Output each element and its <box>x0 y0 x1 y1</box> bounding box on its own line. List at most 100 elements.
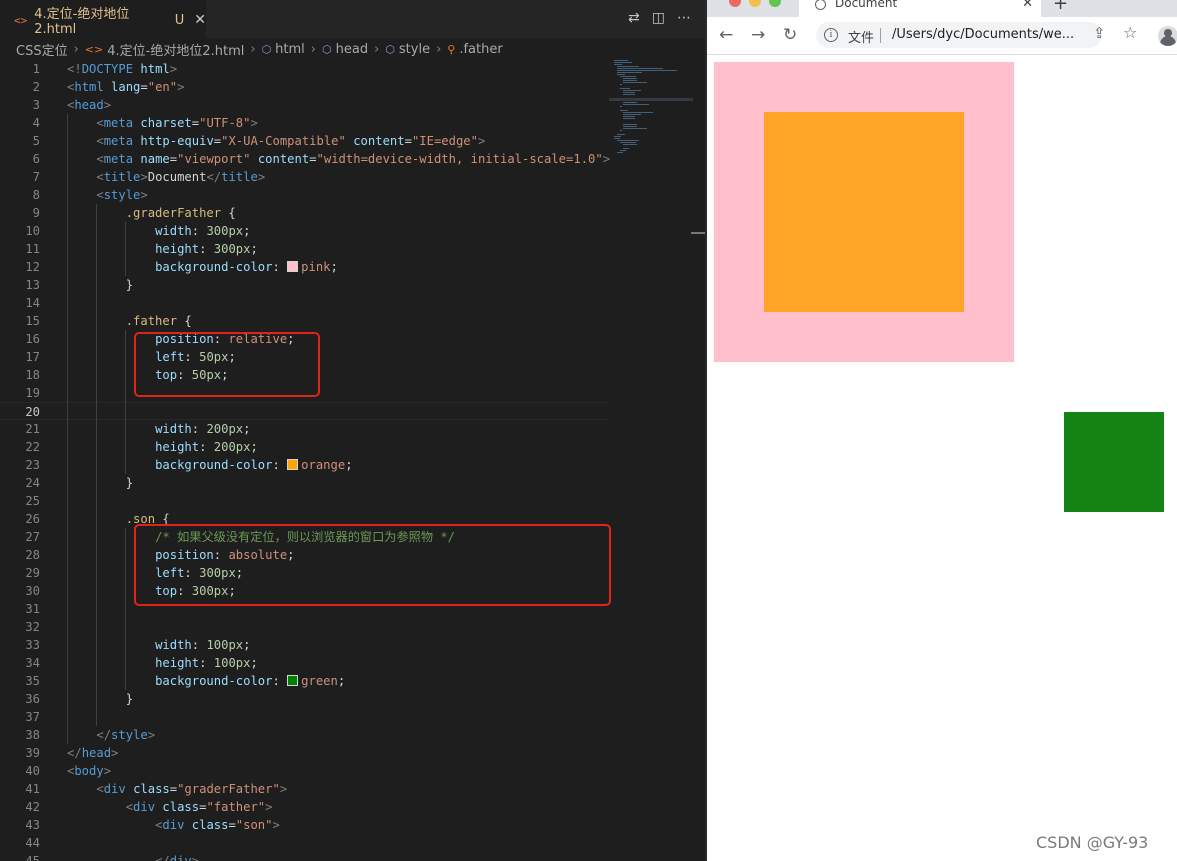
code-text: .graderFather { <box>125 206 236 220</box>
code-line[interactable]: 8 <style> <box>0 186 608 204</box>
untracked-badge: U <box>174 12 185 28</box>
line-number: 7 <box>32 170 40 184</box>
code-line[interactable]: 9 .graderFather { <box>0 204 608 222</box>
more-actions-icon[interactable]: ⋯ <box>677 10 691 26</box>
url-scheme-label: 文件 <box>848 31 875 46</box>
code-line[interactable]: 43 <div class="son"> <box>0 816 608 834</box>
chevron-right-icon: › <box>310 41 316 57</box>
breadcrumb-file[interactable]: 4.定位-绝对地位2.html <box>107 40 244 59</box>
code-line[interactable]: 37 <box>0 708 608 726</box>
line-number: 6 <box>32 152 40 166</box>
scrollbar[interactable] <box>691 232 705 234</box>
indent-guide <box>96 204 97 726</box>
code-area[interactable]: 1 <!DOCTYPE html> 2 <html lang="en"> 3 <head>… <box>0 60 610 861</box>
code-line[interactable]: 42 <div class="father"> <box>0 798 608 816</box>
new-tab-button[interactable]: + <box>1053 0 1068 14</box>
code-line[interactable]: 41 <div class="graderFather"> <box>0 780 608 798</box>
code-line[interactable]: 36 } <box>0 690 608 708</box>
code-line[interactable]: 38 </style> <box>0 726 608 744</box>
code-line[interactable]: 3 <head> <box>0 96 608 114</box>
line-number: 2 <box>32 80 40 94</box>
code-line[interactable]: 35 background-color: green; <box>0 672 608 690</box>
close-window-icon[interactable] <box>729 0 741 7</box>
close-icon[interactable]: ✕ <box>1022 0 1033 11</box>
color-swatch-icon[interactable] <box>287 459 299 470</box>
code-text: width: 200px; <box>155 422 251 436</box>
code-line[interactable]: 45 </div> <box>0 852 608 861</box>
watermark: CSDN @GY-93 <box>1036 833 1149 852</box>
line-number: 42 <box>25 800 40 814</box>
code-text: width: 300px; <box>155 224 251 238</box>
code-line[interactable]: 34 height: 100px; <box>0 654 608 672</box>
forward-icon[interactable]: → <box>751 25 765 45</box>
url-text[interactable]: /Users/dyc/Documents/we... <box>892 27 1074 42</box>
share-icon[interactable]: ⇪ <box>1093 24 1106 42</box>
split-editor-icon[interactable]: ◫ <box>652 10 665 26</box>
code-text: background-color: orange; <box>155 458 353 472</box>
code-text: <title>Document</title> <box>96 170 266 184</box>
code-line[interactable]: 40 <body> <box>0 762 608 780</box>
code-line[interactable]: 5 <meta http-equiv="X-UA-Compatible" con… <box>0 132 608 150</box>
line-number: 32 <box>25 620 40 634</box>
code-line[interactable]: 39 </head> <box>0 744 608 762</box>
minimize-window-icon[interactable] <box>749 0 761 7</box>
maximize-window-icon[interactable] <box>769 0 781 7</box>
editor-tab-active[interactable]: <> 4.定位-绝对地位2.html U ✕ <box>0 0 206 39</box>
html-file-icon: <> <box>84 42 104 56</box>
breadcrumb-selector[interactable]: .father <box>459 42 502 57</box>
code-line[interactable]: 1 <!DOCTYPE html> <box>0 60 608 78</box>
code-text: <meta charset="UTF-8"> <box>96 116 258 130</box>
code-text: <body> <box>67 764 112 778</box>
code-line[interactable]: 11 height: 300px; <box>0 240 608 258</box>
info-icon[interactable]: i <box>824 28 838 42</box>
code-line[interactable]: 6 <meta name="viewport" content="width=d… <box>0 150 610 168</box>
code-line[interactable]: 7 <title>Document</title> <box>0 168 608 186</box>
breadcrumb-head[interactable]: head <box>336 42 368 57</box>
code-line[interactable]: 20 <box>0 402 608 420</box>
browser-tab[interactable]: Document ✕ <box>799 0 1041 17</box>
code-line[interactable]: 25 <box>0 492 608 510</box>
reload-icon[interactable]: ↻ <box>783 25 797 45</box>
code-line[interactable]: 10 width: 300px; <box>0 222 608 240</box>
code-text: background-color: green; <box>155 674 346 688</box>
color-swatch-icon[interactable] <box>287 261 299 272</box>
breadcrumb-folder[interactable]: CSS定位 <box>16 40 68 59</box>
code-line[interactable]: 22 height: 200px; <box>0 438 608 456</box>
line-number: 34 <box>25 656 40 670</box>
line-number: 41 <box>25 782 40 796</box>
back-icon[interactable]: ← <box>719 25 733 45</box>
browser-toolbar: ← → ↻ i 文件 /Users/dyc/Documents/we... ⇪ … <box>707 17 1177 55</box>
breadcrumb-html[interactable]: html <box>275 42 305 57</box>
code-line[interactable]: 12 background-color: pink; <box>0 258 608 276</box>
code-line[interactable]: 44 <box>0 834 608 852</box>
source-control-compare-icon[interactable]: ⇄ <box>628 10 640 26</box>
line-number: 19 <box>25 386 40 400</box>
line-number: 26 <box>25 512 40 526</box>
code-text: <div class="son"> <box>155 818 280 832</box>
code-line[interactable]: 24 } <box>0 474 608 492</box>
minimap[interactable] <box>612 58 692 168</box>
code-text: .father { <box>125 314 192 328</box>
code-line[interactable]: 4 <meta charset="UTF-8"> <box>0 114 608 132</box>
bookmark-star-icon[interactable]: ☆ <box>1123 23 1137 42</box>
minimap-current-line <box>609 98 693 101</box>
line-number: 22 <box>25 440 40 454</box>
code-line[interactable]: 32 <box>0 618 608 636</box>
close-icon[interactable]: ✕ <box>194 12 206 28</box>
color-swatch-icon[interactable] <box>287 675 299 686</box>
code-line[interactable]: 13 } <box>0 276 608 294</box>
breadcrumb-style[interactable]: style <box>399 42 430 57</box>
code-line[interactable]: 15 .father { <box>0 312 608 330</box>
element-icon: ⬡ <box>261 42 272 56</box>
address-bar[interactable]: i 文件 /Users/dyc/Documents/we... <box>816 22 1102 48</box>
code-line[interactable]: 14 <box>0 294 608 312</box>
father-box <box>764 112 964 312</box>
code-editor[interactable]: <> 4.定位-绝对地位2.html U ✕ ⇄ ◫ ⋯ CSS定位 › <> … <box>0 0 705 861</box>
profile-avatar-icon[interactable] <box>1158 26 1177 46</box>
code-line[interactable]: 2 <html lang="en"> <box>0 78 608 96</box>
code-line[interactable]: 23 background-color: orange; <box>0 456 608 474</box>
line-number: 10 <box>25 224 40 238</box>
line-number: 5 <box>32 134 40 148</box>
code-line[interactable]: 21 width: 200px; <box>0 420 608 438</box>
code-line[interactable]: 33 width: 100px; <box>0 636 608 654</box>
